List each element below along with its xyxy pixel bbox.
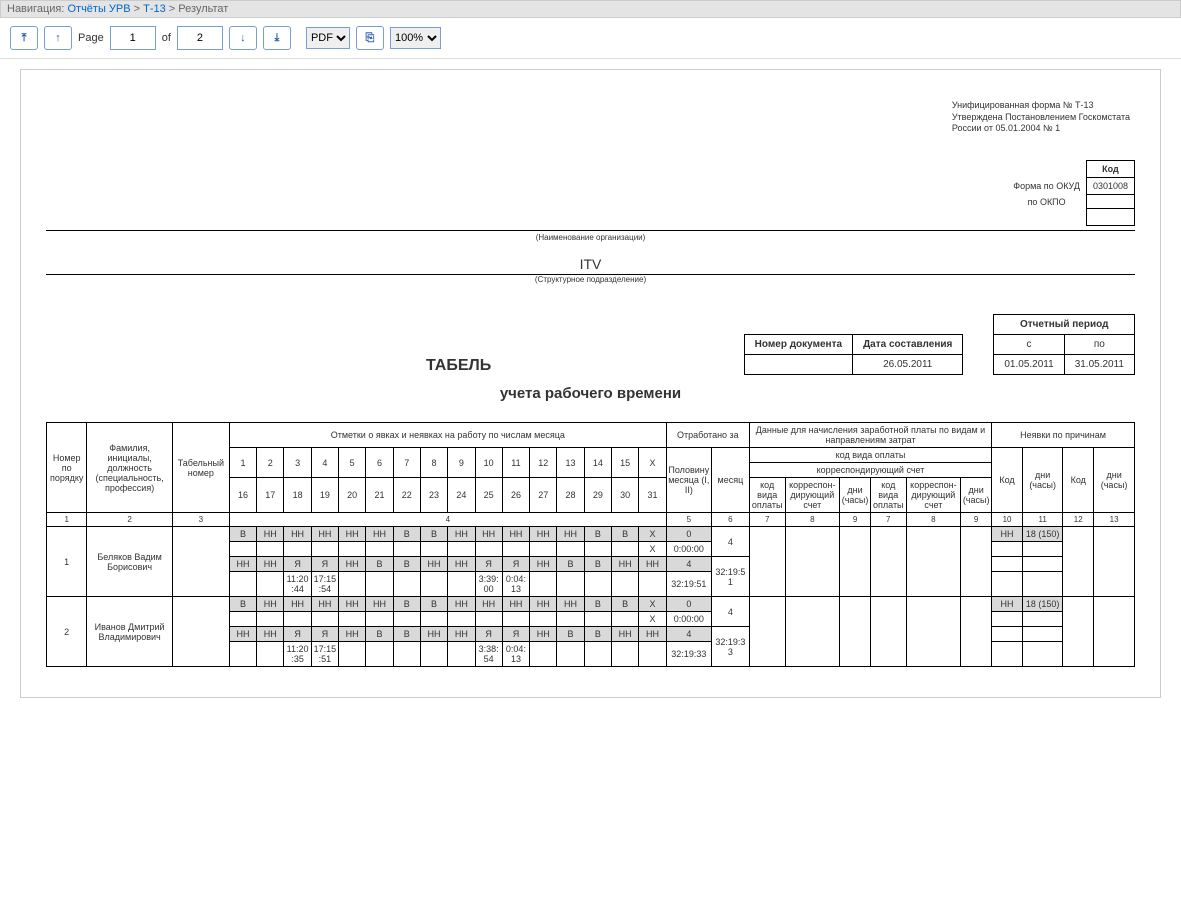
doc-meta-table: Номер документаДата составления 26.05.20… (744, 334, 964, 375)
okpo-label: по ОКПО (1007, 195, 1086, 209)
document-page: Унифицированная форма № Т-13Утверждена П… (20, 69, 1161, 698)
period-table: Отчетный период спо 01.05.201131.05.2011 (993, 314, 1135, 375)
export-button[interactable]: ⎘ (356, 26, 384, 50)
breadcrumb-link-reports[interactable]: Отчёты УРВ (67, 3, 130, 15)
of-label: of (162, 32, 171, 44)
last-page-button[interactable]: ⤓ (263, 26, 291, 50)
total-pages (177, 26, 223, 50)
first-page-button[interactable]: ⤒ (10, 26, 38, 50)
org-caption: (Наименование организации) (46, 233, 1135, 242)
next-page-button[interactable]: ↓ (229, 26, 257, 50)
breadcrumb-link-t13[interactable]: Т-13 (143, 3, 166, 15)
okud-label: Форма по ОКУД (1007, 178, 1086, 195)
page-input[interactable] (110, 26, 156, 50)
okpo-value (1086, 195, 1134, 209)
zoom-select[interactable]: 100% (390, 27, 441, 49)
breadcrumb: Навигация: Отчёты УРВ > Т-13 > Результат (0, 0, 1181, 18)
breadcrumb-current: Результат (178, 3, 228, 15)
dept-caption: (Структурное подразделение) (46, 275, 1135, 284)
okud-value: 0301008 (1086, 178, 1134, 195)
prev-page-button[interactable]: ↑ (44, 26, 72, 50)
page-label: Page (78, 32, 104, 44)
dept-name: ITV (46, 256, 1135, 275)
doc-title-1: ТАБЕЛЬ (426, 357, 491, 375)
format-select[interactable]: PDF (306, 27, 350, 49)
main-table: Номер по порядкуФамилия, инициалы, должн… (46, 422, 1135, 667)
code-header: Код (1086, 161, 1134, 178)
nav-label: Навигация: (7, 3, 64, 15)
form-meta: Унифицированная форма № Т-13Утверждена П… (952, 100, 1130, 135)
doc-title-2: учета рабочего времени (46, 385, 1135, 402)
codes-block: Код Форма по ОКУД0301008 по ОКПО (1007, 160, 1135, 226)
toolbar: ⤒ ↑ Page of ↓ ⤓ PDF ⎘ 100% (0, 18, 1181, 59)
